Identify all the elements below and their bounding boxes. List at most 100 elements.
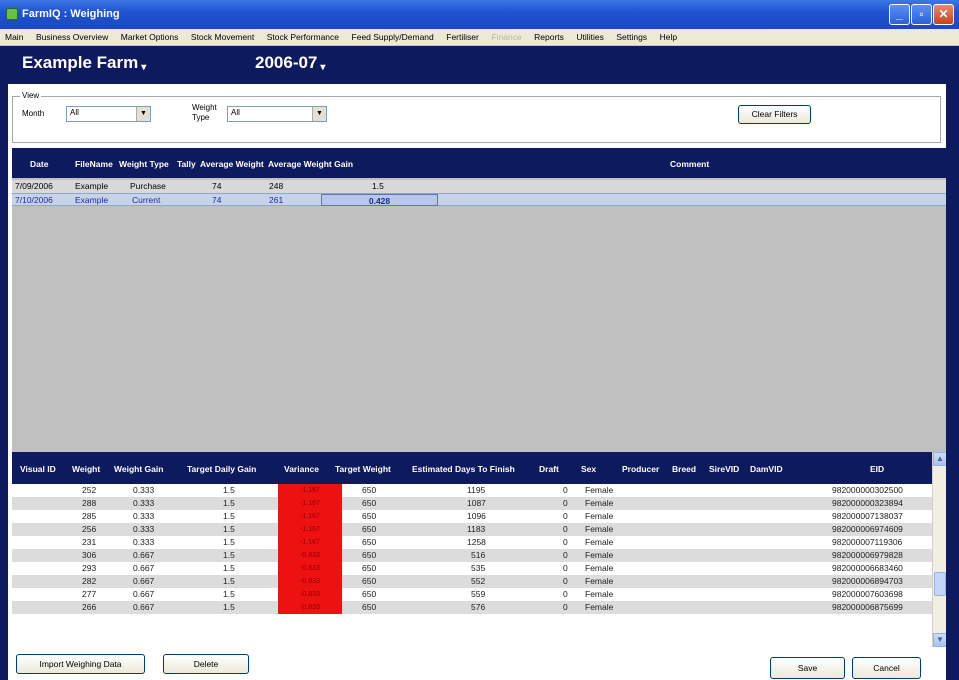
cell-weight: 277: [82, 589, 97, 599]
menu-settings[interactable]: Settings: [611, 29, 652, 44]
col-variance[interactable]: Variance: [284, 464, 319, 474]
cell-estimated-days: 1258: [467, 537, 486, 547]
cell-draft: 0: [563, 576, 568, 586]
delete-button[interactable]: Delete: [163, 654, 249, 674]
col-weight[interactable]: Weight: [72, 464, 100, 474]
col-average-weight-gain[interactable]: Average Weight Gain: [268, 159, 353, 169]
cell-weight-gain: 0.667: [133, 589, 155, 599]
table-row-selected[interactable]: 7/10/2006 Example Current 74 261 0.428: [12, 193, 946, 206]
save-button[interactable]: Save: [770, 657, 845, 679]
col-filename[interactable]: FileName: [75, 159, 113, 169]
cell-weight-gain: 0.333: [133, 485, 155, 495]
cell-weight-gain: 0.333: [133, 537, 155, 547]
app-icon: [6, 8, 18, 20]
table-row[interactable]: 285 0.333 1.5 -1.167 650 1096 0 Female 9…: [12, 510, 932, 523]
table-row[interactable]: 306 0.667 1.5 -0.833 650 516 0 Female 98…: [12, 549, 932, 562]
col-weight-type[interactable]: Weight Type: [119, 159, 169, 169]
dropdown-arrow-icon: ▼: [312, 107, 326, 121]
cell-sex: Female: [585, 511, 614, 521]
minimize-button[interactable]: _: [889, 4, 910, 25]
col-target-daily-gain[interactable]: Target Daily Gain: [187, 464, 256, 474]
table-row[interactable]: 256 0.333 1.5 -1.167 650 1183 0 Female 9…: [12, 523, 932, 536]
menu-bar: Main Business Overview Market Options St…: [0, 29, 959, 46]
col-weight-gain[interactable]: Weight Gain: [114, 464, 163, 474]
menu-help[interactable]: Help: [655, 29, 682, 44]
menu-market-options[interactable]: Market Options: [116, 29, 184, 44]
menu-business-overview[interactable]: Business Overview: [31, 29, 113, 44]
menu-reports[interactable]: Reports: [529, 29, 569, 44]
menu-main[interactable]: Main: [0, 29, 28, 44]
menu-feed-supply-demand[interactable]: Feed Supply/Demand: [347, 29, 439, 44]
col-target-weight[interactable]: Target Weight: [335, 464, 391, 474]
month-select[interactable]: All ▼: [66, 106, 151, 122]
cell-weight: 256: [82, 524, 97, 534]
col-eid[interactable]: EID: [870, 464, 884, 474]
import-weighing-data-button[interactable]: Import Weighing Data: [16, 654, 145, 674]
table-row[interactable]: 231 0.333 1.5 -1.167 650 1258 0 Female 9…: [12, 536, 932, 549]
cell-weight: 293: [82, 563, 97, 573]
cell-date: 7/10/2006: [15, 195, 53, 205]
weight-type-select-value: All: [231, 108, 240, 117]
menu-utilities[interactable]: Utilities: [571, 29, 608, 44]
window-titlebar: FarmIQ : Weighing _ ▫ ✕: [0, 0, 959, 29]
col-sex[interactable]: Sex: [581, 464, 596, 474]
cancel-button[interactable]: Cancel: [852, 657, 921, 679]
col-comment[interactable]: Comment: [670, 159, 709, 169]
table-row[interactable]: 282 0.667 1.5 -0.833 650 552 0 Female 98…: [12, 575, 932, 588]
cell-eid: 982000007138037: [832, 511, 903, 521]
cell-variance: -0.833: [278, 562, 342, 575]
animals-grid-scrollbar[interactable]: ▲ ▼: [932, 452, 947, 647]
cell-target-weight: 650: [362, 589, 377, 599]
table-row[interactable]: 266 0.667 1.5 -0.833 650 576 0 Female 98…: [12, 601, 932, 614]
weight-type-select[interactable]: All ▼: [227, 106, 327, 122]
cell-variance: -1.167: [278, 536, 342, 549]
menu-stock-performance[interactable]: Stock Performance: [262, 29, 344, 44]
table-row[interactable]: 7/09/2006 Example Purchase 74 248 1.5: [12, 180, 946, 193]
cell-eid: 982000007603698: [832, 589, 903, 599]
filter-group-legend: View: [20, 91, 42, 100]
clear-filters-button[interactable]: Clear Filters: [738, 105, 811, 124]
cell-weight-gain: 0.333: [133, 511, 155, 521]
scroll-down-icon[interactable]: ▼: [933, 633, 947, 647]
table-row[interactable]: 277 0.667 1.5 -0.833 650 559 0 Female 98…: [12, 588, 932, 601]
farm-selector[interactable]: Example Farm ▾: [22, 53, 146, 73]
col-visual-id[interactable]: Visual ID: [20, 464, 56, 474]
col-breed[interactable]: Breed: [672, 464, 696, 474]
cell-target-weight: 650: [362, 576, 377, 586]
menu-fertiliser[interactable]: Fertiliser: [441, 29, 484, 44]
cell-average-weight: 261: [269, 195, 284, 205]
cell-estimated-days: 535: [471, 563, 486, 573]
frame-right-edge: [946, 46, 959, 680]
close-window-button[interactable]: ✕: [933, 4, 954, 25]
cell-tally: 74: [212, 181, 222, 191]
cell-weight-gain: 0.667: [133, 576, 155, 586]
col-tally[interactable]: Tally: [177, 159, 196, 169]
animals-grid: 252 0.333 1.5 -1.167 650 1195 0 Female 9…: [12, 484, 932, 647]
cell-sex: Female: [585, 563, 614, 573]
table-row[interactable]: 288 0.333 1.5 -1.167 650 1087 0 Female 9…: [12, 497, 932, 510]
cell-sex: Female: [585, 550, 614, 560]
col-average-weight[interactable]: Average Weight: [200, 159, 264, 169]
col-estimated-days-to-finish[interactable]: Estimated Days To Finish: [412, 464, 515, 474]
scroll-up-icon[interactable]: ▲: [933, 452, 947, 466]
cell-sex: Female: [585, 589, 614, 599]
scroll-thumb[interactable]: [934, 572, 946, 596]
cell-weight: 282: [82, 576, 97, 586]
cell-tally: 74: [212, 195, 222, 205]
average-weight-gain-edit-cell[interactable]: 0.428: [321, 194, 438, 206]
cell-estimated-days: 1195: [467, 485, 486, 495]
weighings-grid: 7/09/2006 Example Purchase 74 248 1.5 7/…: [12, 178, 946, 452]
col-date[interactable]: Date: [30, 159, 48, 169]
menu-stock-movement[interactable]: Stock Movement: [186, 29, 259, 44]
col-producer[interactable]: Producer: [622, 464, 659, 474]
cell-eid: 982000006875699: [832, 602, 903, 612]
col-draft[interactable]: Draft: [539, 464, 559, 474]
col-dam-vid[interactable]: DamVID: [750, 464, 783, 474]
maximize-button[interactable]: ▫: [911, 4, 932, 25]
table-row[interactable]: 293 0.667 1.5 -0.833 650 535 0 Female 98…: [12, 562, 932, 575]
cell-eid: 982000007119306: [832, 537, 903, 547]
col-sire-vid[interactable]: SireVID: [709, 464, 739, 474]
year-selector[interactable]: 2006-07 ▾: [255, 53, 325, 73]
cell-weight-gain: 0.667: [133, 550, 155, 560]
table-row[interactable]: 252 0.333 1.5 -1.167 650 1195 0 Female 9…: [12, 484, 932, 497]
